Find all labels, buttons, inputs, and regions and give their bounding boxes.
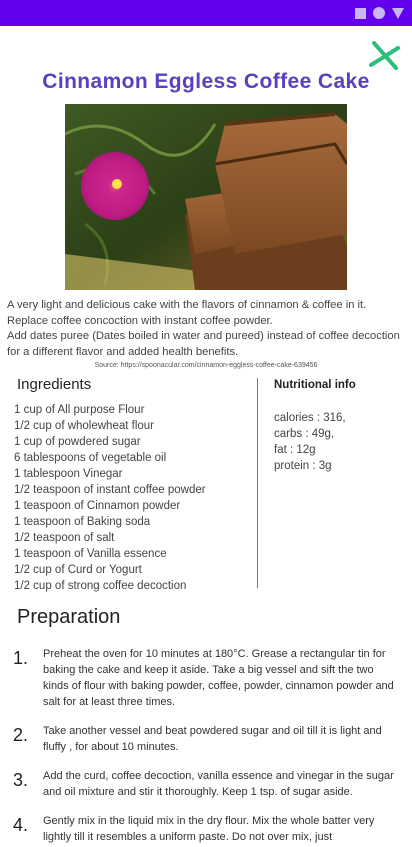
ingredient-item: 1 teaspoon of Vanilla essence: [14, 548, 167, 560]
step-text: Take another vessel and beat powdered su…: [43, 725, 382, 753]
ingredient-item: 1/2 teaspoon of salt: [14, 532, 115, 544]
circle-icon: [373, 7, 385, 19]
close-icon: [369, 41, 400, 70]
status-bar: [0, 0, 412, 26]
cinnamon-coffee-cake-photo: [65, 104, 347, 290]
ingredient-item: 1 cup of powdered sugar: [14, 436, 141, 448]
description-line: Replace coffee concoction with instant c…: [7, 314, 273, 327]
recipe-title: Cinnamon Eggless Coffee Cake: [42, 70, 370, 93]
recipe-description: A very light and delicious cake with the…: [7, 298, 407, 360]
preparation-step: 3. Add the curd, coffee decoction, vanil…: [0, 768, 412, 800]
square-icon: [355, 7, 366, 19]
ingredient-item: 1 teaspoon of Baking soda: [14, 516, 151, 528]
step-number: 1.: [13, 648, 29, 668]
source-link[interactable]: Source: https://spoonacular.com/cinnamon…: [0, 362, 412, 369]
nutrition-item: protein : 3g: [274, 460, 332, 472]
recipe-image: [65, 104, 347, 290]
ingredient-item: 1/2 teaspoon of instant coffee powder: [14, 484, 206, 496]
column-divider: [257, 378, 258, 588]
step-number: 2.: [13, 725, 29, 745]
ingredient-item: 1 tablespoon Vinegar: [14, 468, 123, 480]
ingredient-item: 6 tablespoons of vegetable oil: [14, 452, 167, 464]
preparation-steps: 1. Preheat the oven for 10 minutes at 18…: [0, 646, 412, 847]
ingredient-item: 1 cup of All purpose Flour: [14, 404, 145, 416]
ingredients-list: 1 cup of All purpose Flour 1/2 cup of wh…: [14, 402, 254, 594]
step-text: Preheat the oven for 10 minutes at 180°C…: [43, 648, 394, 708]
ingredients-heading: Ingredients: [17, 376, 92, 393]
nutrition-item: fat : 12g: [274, 444, 316, 456]
description-line: A very light and delicious cake with the…: [7, 299, 367, 311]
preparation-step: 4. Gently mix in the liquid mix in the d…: [0, 813, 412, 845]
close-button[interactable]: [366, 38, 402, 74]
preparation-step: 2. Take another vessel and beat powdered…: [0, 723, 412, 755]
description-line: Add dates puree (Dates boiled in water a…: [7, 330, 400, 358]
nutrition-item: calories : 316,: [274, 412, 346, 424]
preparation-step: 1. Preheat the oven for 10 minutes at 18…: [0, 646, 412, 710]
step-number: 4.: [13, 815, 29, 835]
ingredient-item: 1 teaspoon of Cinnamon powder: [14, 500, 181, 512]
triangle-icon: [392, 7, 404, 19]
nutrition-list: calories : 316, carbs : 49g, fat : 12g p…: [274, 410, 346, 474]
ingredient-item: 1/2 cup of strong coffee decoction: [14, 580, 187, 592]
nutrition-heading: Nutritional info: [274, 379, 356, 391]
nutrition-item: carbs : 49g,: [274, 428, 335, 440]
ingredient-item: 1/2 cup of Curd or Yogurt: [14, 564, 142, 576]
step-text: Gently mix in the liquid mix in the dry …: [43, 815, 375, 843]
step-number: 3.: [13, 770, 29, 790]
status-icons: [355, 7, 404, 19]
ingredient-item: 1/2 cup of wholewheat flour: [14, 420, 155, 432]
preparation-heading: Preparation: [17, 606, 121, 628]
step-text: Add the curd, coffee decoction, vanilla …: [43, 770, 394, 798]
